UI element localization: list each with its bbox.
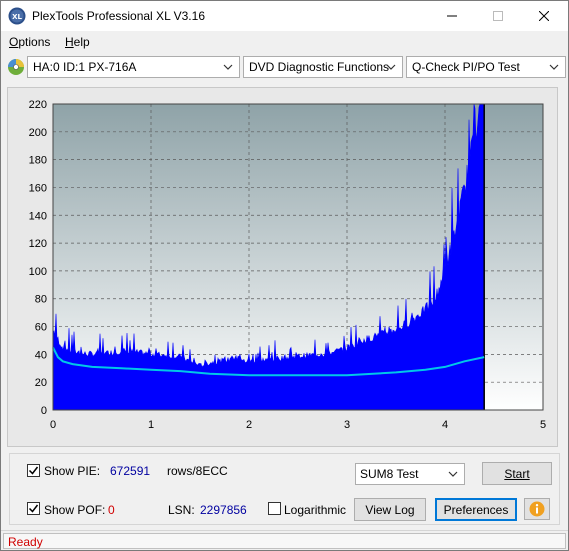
pipo-chart: 0 20 40 60 80 100 120 140 160 180 200 220 0 1 2 3 4 5 [29, 99, 546, 431]
x-tick-label: 1 [148, 419, 154, 431]
status-text: Ready [8, 535, 43, 549]
y-tick-label: 220 [29, 99, 47, 111]
start-button-label: Start [504, 466, 530, 481]
preferences-button-label: Preferences [443, 502, 509, 517]
toolbar: HA:0 ID:1 PX-716A DVD Diagnostic Functio… [1, 54, 568, 80]
info-icon [529, 501, 545, 517]
checkmark-icon [28, 504, 39, 513]
y-tick-label: 160 [29, 182, 47, 194]
close-icon [539, 11, 549, 21]
svg-text:XL: XL [12, 13, 22, 21]
menu-options[interactable]: Options [9, 35, 50, 49]
lsn-label: LSN: [168, 503, 195, 517]
show-pie-label: Show PIE: [44, 464, 101, 478]
plextools-logo-icon: XL [8, 7, 26, 25]
info-button[interactable] [524, 498, 550, 520]
menu-help[interactable]: Help [65, 35, 90, 49]
chevron-down-icon [549, 64, 559, 70]
y-tick-label: 180 [29, 155, 47, 167]
chevron-down-icon [386, 64, 396, 70]
chevron-down-icon [448, 471, 458, 477]
window-title: PlexTools Professional XL V3.16 [32, 9, 205, 23]
start-button[interactable]: Start [482, 462, 552, 485]
x-tick-label: 2 [246, 419, 252, 431]
maximize-icon [493, 11, 503, 21]
checkmark-icon [28, 466, 39, 475]
test-select-value: Q-Check PI/PO Test [412, 60, 520, 74]
chart-panel: 0 20 40 60 80 100 120 140 160 180 200 220 0 1 2 3 4 5 [7, 87, 558, 447]
disc-drive-icon [8, 59, 24, 75]
function-select-value: DVD Diagnostic Functions [249, 60, 390, 74]
y-tick-label: 40 [35, 349, 47, 361]
function-select[interactable]: DVD Diagnostic Functions [243, 56, 403, 78]
logarithmic-label: Logarithmic [284, 503, 347, 517]
title-bar: XL PlexTools Professional XL V3.16 [1, 1, 568, 31]
view-log-button-label: View Log [365, 502, 415, 517]
y-tick-label: 0 [41, 405, 47, 417]
test-select[interactable]: Q-Check PI/PO Test [406, 56, 566, 78]
menu-bar: Options Help [1, 32, 568, 52]
sum-test-value: SUM8 Test [360, 467, 419, 481]
minimize-icon [447, 15, 457, 17]
view-log-button[interactable]: View Log [354, 498, 426, 521]
close-button[interactable] [521, 1, 567, 31]
status-panel: Ready [3, 533, 566, 549]
y-tick-label: 60 [35, 322, 47, 334]
y-tick-label: 80 [35, 294, 47, 306]
lsn-value: 2297856 [200, 503, 247, 517]
y-tick-label: 200 [29, 127, 47, 139]
drive-select[interactable]: HA:0 ID:1 PX-716A [27, 56, 240, 78]
y-tick-label: 120 [29, 238, 47, 250]
x-tick-label: 5 [540, 419, 546, 431]
show-pof-checkbox[interactable] [27, 502, 40, 515]
show-pie-checkbox[interactable] [27, 464, 40, 477]
y-tick-label: 140 [29, 210, 47, 222]
y-tick-label: 100 [29, 266, 47, 278]
show-pof-label: Show POF: [44, 503, 106, 517]
x-tick-label: 0 [50, 419, 56, 431]
drive-select-value: HA:0 ID:1 PX-716A [33, 60, 137, 74]
preferences-button[interactable]: Preferences [435, 498, 517, 521]
controls-panel: Show PIE: 672591 rows/8ECC SUM8 Test Sta… [9, 453, 560, 525]
x-tick-label: 4 [442, 419, 448, 431]
chevron-down-icon [223, 64, 233, 70]
pie-value: 672591 [110, 464, 151, 478]
maximize-button[interactable] [475, 1, 521, 31]
sum-test-select[interactable]: SUM8 Test [355, 463, 465, 485]
logarithmic-checkbox[interactable] [268, 502, 281, 515]
minimize-button[interactable] [429, 1, 475, 31]
app-window: XL PlexTools Professional XL V3.16 Optio… [0, 0, 569, 551]
pof-value: 0 [108, 503, 115, 517]
x-tick-label: 3 [344, 419, 350, 431]
status-bar: Ready [1, 530, 568, 550]
pie-unit: rows/8ECC [167, 464, 228, 478]
y-tick-label: 20 [35, 377, 47, 389]
